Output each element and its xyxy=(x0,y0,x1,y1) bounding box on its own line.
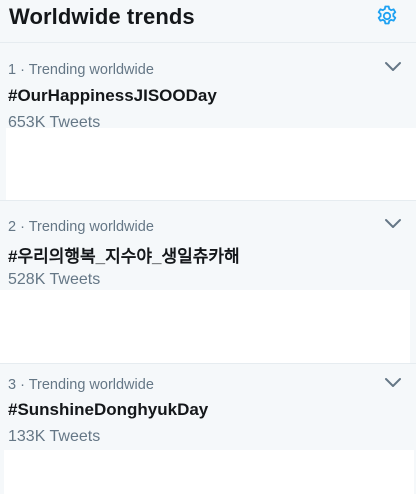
trend-name[interactable]: #SunshineDonghyukDay xyxy=(8,400,208,420)
chevron-down-icon[interactable] xyxy=(384,377,402,389)
trend-tweet-count: 133K Tweets xyxy=(8,428,101,445)
trend-item-3[interactable]: 3 · Trending worldwide #SunshineDonghyuk… xyxy=(0,364,416,494)
trends-panel: Worldwide trends 1 · Trending worldwide … xyxy=(0,0,416,494)
header-title: Worldwide trends xyxy=(9,4,195,29)
trend-meta: 1 · Trending worldwide xyxy=(8,62,154,78)
trend-media-area xyxy=(0,290,410,363)
trend-meta: 3 · Trending worldwide xyxy=(8,377,154,393)
chevron-down-icon[interactable] xyxy=(384,61,402,73)
trend-item-2[interactable]: 2 · Trending worldwide #우리의행복_지수야_생일츄카해 … xyxy=(0,201,416,363)
trend-item-1[interactable]: 1 · Trending worldwide #OurHappinessJISO… xyxy=(0,44,416,200)
trend-name[interactable]: #OurHappinessJISOODay xyxy=(8,86,217,106)
chevron-down-icon[interactable] xyxy=(384,218,402,230)
trend-media-area xyxy=(4,450,414,494)
trend-media-area xyxy=(6,128,416,200)
settings-button[interactable] xyxy=(374,3,400,29)
trends-header: Worldwide trends xyxy=(0,0,416,43)
trend-meta: 2 · Trending worldwide xyxy=(8,219,154,235)
trend-tweet-count: 528K Tweets xyxy=(8,271,101,288)
gear-icon xyxy=(377,5,397,25)
trend-name[interactable]: #우리의행복_지수야_생일츄카해 xyxy=(8,242,240,267)
